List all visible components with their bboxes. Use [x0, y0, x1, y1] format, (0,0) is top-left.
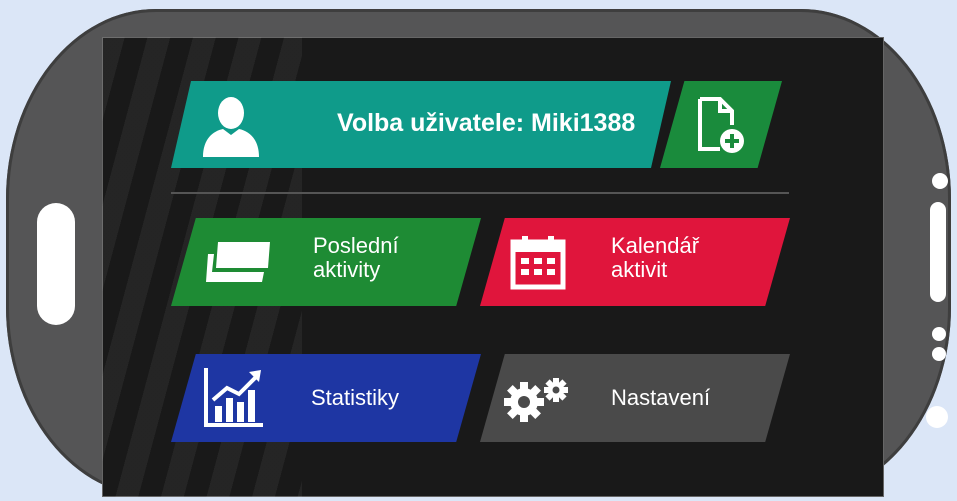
- user-select-label: Volba uživatele: Miki1388: [337, 109, 636, 137]
- settings-label: Nastavení: [611, 385, 711, 410]
- user-select-button[interactable]: Volba uživatele: Miki1388: [171, 81, 671, 168]
- statistics-button[interactable]: Statistiky: [171, 354, 481, 442]
- home-button[interactable]: [926, 406, 948, 428]
- phone-body: Volba uživatele: Miki1388 Poslední aktiv…: [6, 9, 951, 497]
- settings-button[interactable]: Nastavení: [480, 354, 790, 442]
- user-silhouette-icon: [203, 97, 259, 157]
- indicator-dot: [932, 327, 946, 341]
- recent-activities-button[interactable]: Poslední aktivity: [171, 218, 481, 306]
- divider: [171, 192, 789, 194]
- statistics-label: Statistiky: [311, 385, 400, 410]
- add-document-icon: [698, 97, 744, 153]
- gears-icon: [504, 378, 568, 422]
- side-slot: [930, 202, 946, 302]
- add-user-button[interactable]: [660, 81, 782, 168]
- sensor-dot: [932, 173, 948, 189]
- tile-label-line1: Kalendář: [611, 233, 700, 258]
- phone-screen: Volba uživatele: Miki1388 Poslední aktiv…: [102, 37, 884, 497]
- cards-icon: [206, 242, 270, 282]
- phone-speaker: [37, 203, 75, 325]
- tile-label-line1: Poslední: [313, 233, 399, 258]
- indicator-dot: [932, 347, 946, 361]
- tile-label-line2: aktivity: [313, 257, 381, 282]
- calendar-icon: [510, 236, 566, 290]
- chart-up-icon: [204, 368, 263, 427]
- activity-calendar-button[interactable]: Kalendář aktivit: [480, 218, 790, 306]
- tile-label-line2: aktivit: [611, 257, 668, 282]
